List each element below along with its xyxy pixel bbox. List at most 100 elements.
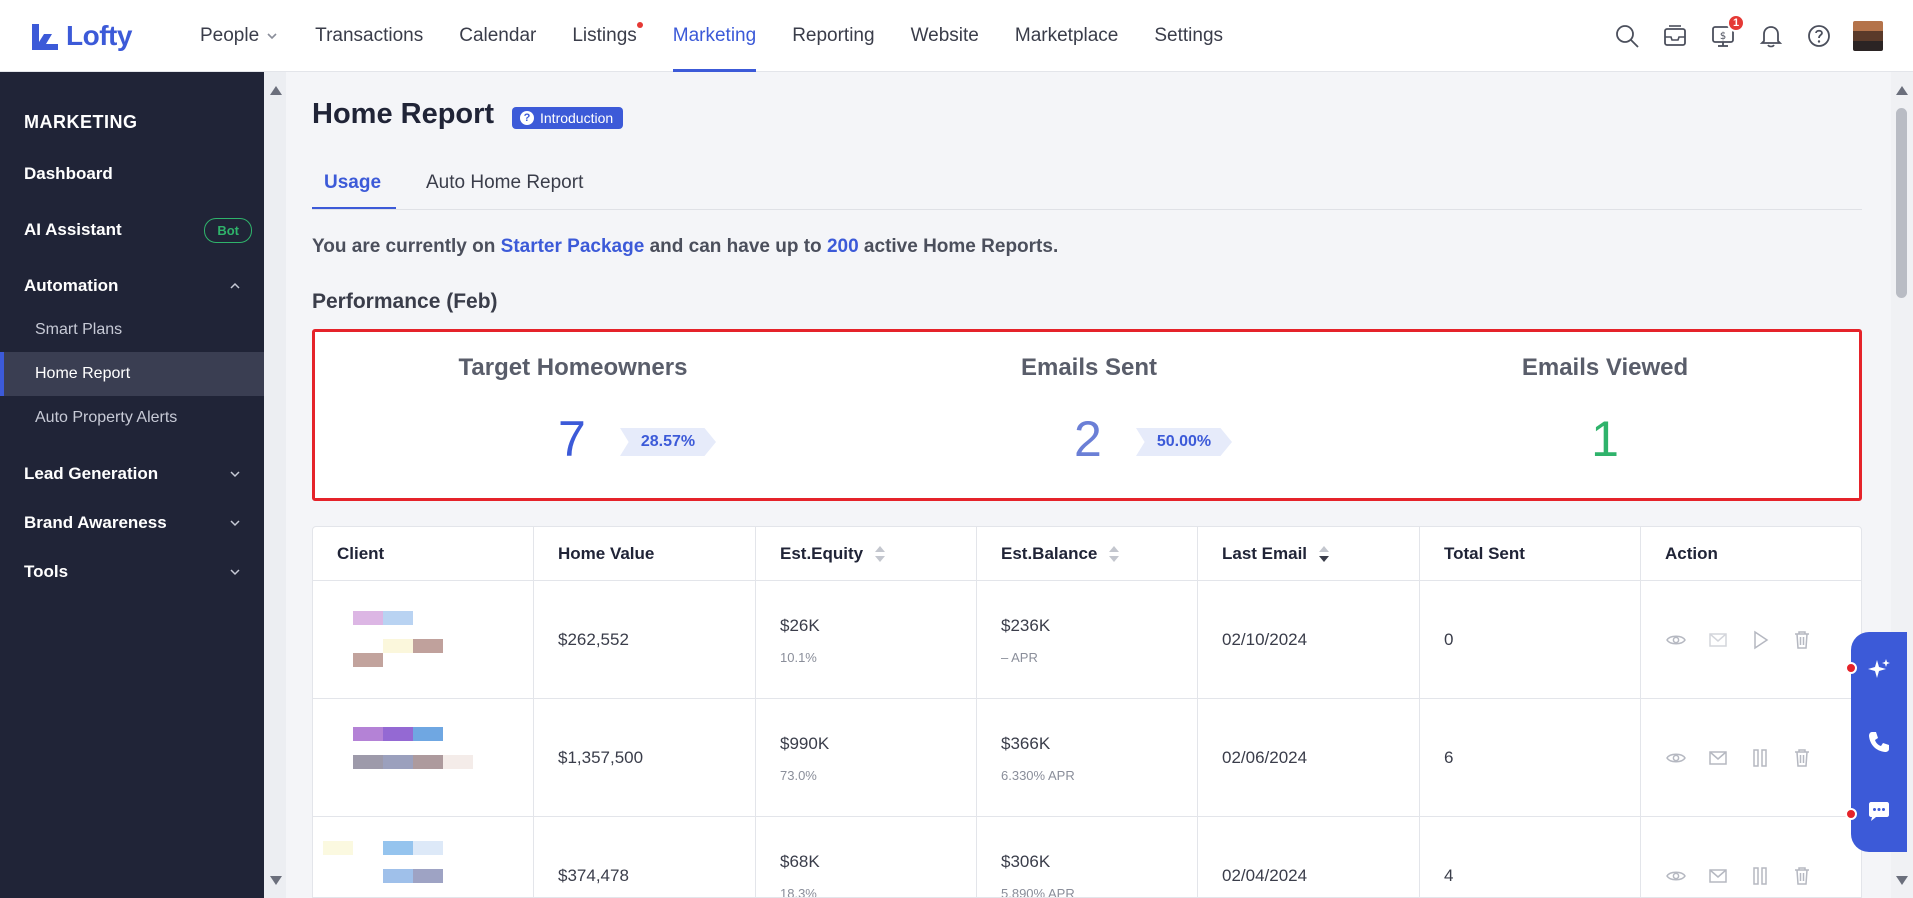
- stat-label: Emails Sent: [1020, 354, 1158, 381]
- phone-icon[interactable]: [1863, 726, 1895, 758]
- stat-value: 2: [1074, 411, 1102, 467]
- inner-scrollbar[interactable]: [264, 72, 286, 898]
- equity-value: $990K: [780, 733, 830, 753]
- nav-settings[interactable]: Settings: [1136, 0, 1241, 72]
- column-last-email[interactable]: Last Email: [1198, 527, 1420, 581]
- tab-auto-home-report[interactable]: Auto Home Report: [426, 172, 583, 194]
- total-sent-cell: 4: [1420, 817, 1641, 897]
- sort-desc-icon[interactable]: [1319, 546, 1330, 562]
- package-name-link[interactable]: Starter Package: [501, 236, 645, 257]
- balance-rate: 5.890% APR: [1001, 885, 1075, 898]
- send-email-icon[interactable]: [1707, 747, 1729, 769]
- sidebar-item-brand-awareness[interactable]: Brand Awareness: [0, 503, 264, 543]
- nav-marketing[interactable]: Marketing: [655, 0, 774, 72]
- sidebar-item-ai-assistant[interactable]: AI Assistant Bot: [0, 210, 264, 250]
- last-email-cell: 02/10/2024: [1198, 581, 1420, 699]
- pause-icon[interactable]: [1749, 747, 1771, 769]
- stat-label: Emails Viewed: [1521, 354, 1689, 381]
- sidebar-item-lead-generation[interactable]: Lead Generation: [0, 454, 264, 494]
- table-row[interactable]: $1,357,500 $990K 73.0% $366K 6.330% APR 02…: [313, 699, 1861, 817]
- inbox-icon[interactable]: [1661, 22, 1689, 50]
- balance-rate: 6.330% APR: [1001, 767, 1075, 783]
- client-cell[interactable]: [313, 581, 534, 699]
- sort-icon[interactable]: [1109, 546, 1120, 562]
- view-icon[interactable]: [1665, 629, 1687, 651]
- sidebar-item-smart-plans[interactable]: Smart Plans: [0, 308, 264, 352]
- svg-text:$: $: [1720, 31, 1726, 42]
- column-est-balance[interactable]: Est.Balance: [977, 527, 1198, 581]
- last-email-cell: 02/06/2024: [1198, 699, 1420, 817]
- chevron-down-icon: [267, 32, 277, 39]
- tab-usage[interactable]: Usage: [324, 172, 381, 194]
- play-icon[interactable]: [1749, 629, 1771, 651]
- main-content: Home Report ? Introduction Usage Auto Ho…: [312, 72, 1862, 898]
- table-row[interactable]: $374,478 $68K 18.3% $306K 5.890% APR 02/04…: [313, 817, 1861, 898]
- bell-icon[interactable]: [1757, 22, 1785, 50]
- column-label: Action: [1665, 544, 1718, 563]
- delete-icon[interactable]: [1791, 629, 1813, 651]
- ai-sparkle-icon[interactable]: [1863, 654, 1895, 686]
- nav-calendar[interactable]: Calendar: [441, 0, 554, 72]
- column-client: Client: [313, 527, 534, 581]
- help-icon[interactable]: [1805, 22, 1833, 50]
- delete-icon[interactable]: [1791, 865, 1813, 887]
- total-sent-count: 4: [1444, 866, 1454, 885]
- column-label: Client: [337, 544, 385, 563]
- scroll-down-arrow-icon[interactable]: [270, 876, 282, 885]
- column-total-sent: Total Sent: [1420, 527, 1641, 581]
- search-icon[interactable]: [1613, 22, 1641, 50]
- home-report-table: Client Home Value Est.Equity Est.Balance…: [312, 526, 1862, 898]
- equity-value: $68K: [780, 851, 820, 871]
- nav-listings[interactable]: Listings: [554, 0, 654, 72]
- table-row[interactable]: $262,552 $26K 10.1% $236K – APR 02/10/2024…: [313, 581, 1861, 699]
- nav-transactions-label: Transactions: [315, 24, 424, 46]
- send-email-icon[interactable]: [1707, 629, 1729, 651]
- lofty-logo[interactable]: Lofty: [30, 20, 150, 52]
- introduction-label: Introduction: [540, 110, 614, 126]
- nav-reporting-label: Reporting: [792, 24, 875, 46]
- view-icon[interactable]: [1665, 865, 1687, 887]
- home-value: $262,552: [558, 630, 629, 649]
- nav-marketplace-label: Marketplace: [1014, 24, 1119, 46]
- redacted-client-name: [443, 755, 473, 769]
- notification-dot: [1845, 662, 1857, 674]
- sidebar-item-automation[interactable]: Automation: [0, 266, 264, 306]
- sidebar-item-home-report[interactable]: Home Report: [0, 352, 264, 396]
- column-action: Action: [1641, 527, 1861, 581]
- sort-icon[interactable]: [875, 546, 886, 562]
- client-cell[interactable]: [313, 817, 534, 897]
- send-email-icon[interactable]: [1707, 865, 1729, 887]
- nav-people[interactable]: People: [182, 0, 297, 72]
- performance-title: Performance (Feb): [312, 290, 498, 313]
- sidebar-item-tools[interactable]: Tools: [0, 552, 264, 592]
- scrollbar-thumb[interactable]: [1896, 108, 1907, 298]
- scroll-up-arrow-icon[interactable]: [1896, 86, 1908, 95]
- redacted-client-name: [413, 755, 443, 769]
- nav-transactions[interactable]: Transactions: [297, 0, 441, 72]
- package-limit: 200: [826, 236, 859, 257]
- redacted-client-name: [413, 727, 443, 741]
- last-email-date: 02/04/2024: [1222, 866, 1308, 885]
- chat-icon[interactable]: [1863, 796, 1895, 828]
- introduction-button[interactable]: ? Introduction: [512, 107, 624, 129]
- package-text: and can have up to: [644, 236, 827, 257]
- chevron-down-icon: [230, 569, 240, 576]
- delete-icon[interactable]: [1791, 747, 1813, 769]
- equity-percent: 18.3%: [780, 885, 817, 898]
- client-cell[interactable]: [313, 699, 534, 817]
- nav-reporting[interactable]: Reporting: [774, 0, 892, 72]
- pause-icon[interactable]: [1749, 865, 1771, 887]
- billing-icon[interactable]: $ 1: [1709, 14, 1745, 50]
- nav-website[interactable]: Website: [893, 0, 997, 72]
- notification-dot: [1845, 808, 1857, 820]
- column-est-equity[interactable]: Est.Equity: [756, 527, 977, 581]
- redacted-client-name: [413, 841, 443, 855]
- avatar[interactable]: [1853, 21, 1883, 51]
- scroll-down-arrow-icon[interactable]: [1896, 876, 1908, 885]
- redacted-client-name: [383, 841, 413, 855]
- view-icon[interactable]: [1665, 747, 1687, 769]
- sidebar-item-dashboard[interactable]: Dashboard: [0, 156, 264, 192]
- nav-marketplace[interactable]: Marketplace: [997, 0, 1137, 72]
- scroll-up-arrow-icon[interactable]: [270, 86, 282, 95]
- sidebar-item-auto-property-alerts[interactable]: Auto Property Alerts: [0, 396, 264, 440]
